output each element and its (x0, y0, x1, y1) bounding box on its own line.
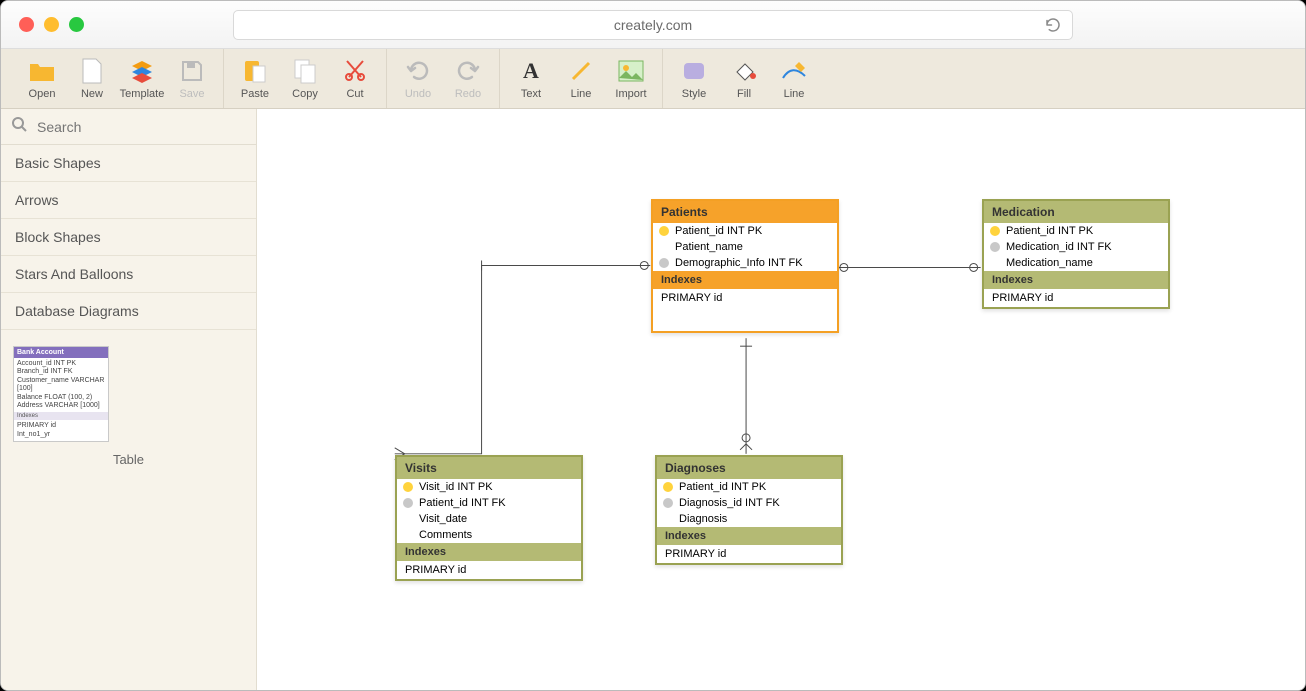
entity-row: Patient_name (653, 239, 837, 255)
entity-diagnoses[interactable]: Diagnoses Patient_id INT PKDiagnosis_id … (655, 455, 843, 565)
foreign-key-icon (663, 498, 673, 508)
primary-key-icon (403, 482, 413, 492)
primary-key-icon (990, 226, 1000, 236)
entity-row: Patient_id INT PK (657, 479, 841, 495)
main-toolbar: Open New Template Save Paste Copy (1, 49, 1305, 109)
template-icon (129, 58, 155, 84)
primary-key-icon (659, 226, 669, 236)
shape-preview-area: Bank Account Account_id INT PK Branch_id… (1, 330, 256, 483)
zoom-window-button[interactable] (69, 17, 84, 32)
redo-icon (455, 58, 481, 84)
entity-row: Comments (397, 527, 581, 543)
app-window: creately.com Open New Template Save (0, 0, 1306, 691)
connectors-layer (257, 109, 1305, 690)
style-button[interactable]: Style (669, 52, 719, 106)
cut-icon (342, 58, 368, 84)
entity-row: Visit_date (397, 511, 581, 527)
open-button[interactable]: Open (17, 52, 67, 106)
diagram-canvas[interactable]: Patients Patient_id INT PKPatient_nameDe… (257, 109, 1305, 690)
address-bar-text: creately.com (614, 17, 692, 33)
cut-button[interactable]: Cut (330, 52, 380, 106)
window-controls (19, 17, 84, 32)
entity-row: Medication_id INT FK (984, 239, 1168, 255)
redo-button[interactable]: Redo (443, 52, 493, 106)
sidebar-cat-stars-balloons[interactable]: Stars And Balloons (1, 256, 256, 293)
text-button[interactable]: A Text (506, 52, 556, 106)
sidebar-cat-arrows[interactable]: Arrows (1, 182, 256, 219)
entity-row: Medication_name (984, 255, 1168, 271)
undo-icon (405, 58, 431, 84)
style-icon (681, 58, 707, 84)
entity-row: Patient_id INT FK (397, 495, 581, 511)
sidebar-cat-basic-shapes[interactable]: Basic Shapes (1, 145, 256, 182)
entity-row: Visit_id INT PK (397, 479, 581, 495)
pencil-icon (781, 58, 807, 84)
entity-row: Patient_id INT PK (984, 223, 1168, 239)
import-icon (618, 58, 644, 84)
save-icon (179, 58, 205, 84)
spacer-icon (663, 514, 673, 524)
template-button[interactable]: Template (117, 52, 167, 106)
spacer-icon (403, 514, 413, 524)
table-shape-thumb[interactable]: Bank Account Account_id INT PK Branch_id… (13, 346, 109, 442)
entity-patients[interactable]: Patients Patient_id INT PKPatient_nameDe… (651, 199, 839, 333)
undo-button[interactable]: Undo (393, 52, 443, 106)
sidebar-search (1, 109, 256, 145)
spacer-icon (990, 258, 1000, 268)
spacer-icon (659, 242, 669, 252)
main-area: Basic Shapes Arrows Block Shapes Stars A… (1, 109, 1305, 690)
fill-icon (731, 58, 757, 84)
fill-button[interactable]: Fill (719, 52, 769, 106)
import-button[interactable]: Import (606, 52, 656, 106)
sidebar-cat-database[interactable]: Database Diagrams (1, 293, 256, 330)
save-button[interactable]: Save (167, 52, 217, 106)
foreign-key-icon (659, 258, 669, 268)
foreign-key-icon (990, 242, 1000, 252)
text-icon: A (518, 58, 544, 84)
paste-icon (242, 58, 268, 84)
entity-row: Patient_id INT PK (653, 223, 837, 239)
entity-visits[interactable]: Visits Visit_id INT PKPatient_id INT FKV… (395, 455, 583, 581)
line-style-button[interactable]: Line (769, 52, 819, 106)
primary-key-icon (663, 482, 673, 492)
thumb-label: Table (113, 452, 144, 467)
new-button[interactable]: New (67, 52, 117, 106)
line-icon (568, 58, 594, 84)
entity-medication[interactable]: Medication Patient_id INT PKMedication_i… (982, 199, 1170, 309)
entity-row: Demographic_Info INT FK (653, 255, 837, 271)
search-icon (11, 116, 27, 137)
copy-icon (292, 58, 318, 84)
paste-button[interactable]: Paste (230, 52, 280, 106)
copy-button[interactable]: Copy (280, 52, 330, 106)
minimize-window-button[interactable] (44, 17, 59, 32)
address-bar[interactable]: creately.com (233, 10, 1073, 40)
close-window-button[interactable] (19, 17, 34, 32)
folder-icon (29, 58, 55, 84)
sidebar-cat-block-shapes[interactable]: Block Shapes (1, 219, 256, 256)
shapes-sidebar: Basic Shapes Arrows Block Shapes Stars A… (1, 109, 257, 690)
spacer-icon (403, 530, 413, 540)
foreign-key-icon (403, 498, 413, 508)
line-button[interactable]: Line (556, 52, 606, 106)
search-input[interactable] (37, 119, 246, 135)
entity-row: Diagnosis_id INT FK (657, 495, 841, 511)
entity-row: Diagnosis (657, 511, 841, 527)
browser-titlebar: creately.com (1, 1, 1305, 49)
reload-icon[interactable] (1044, 16, 1062, 37)
document-icon (79, 58, 105, 84)
